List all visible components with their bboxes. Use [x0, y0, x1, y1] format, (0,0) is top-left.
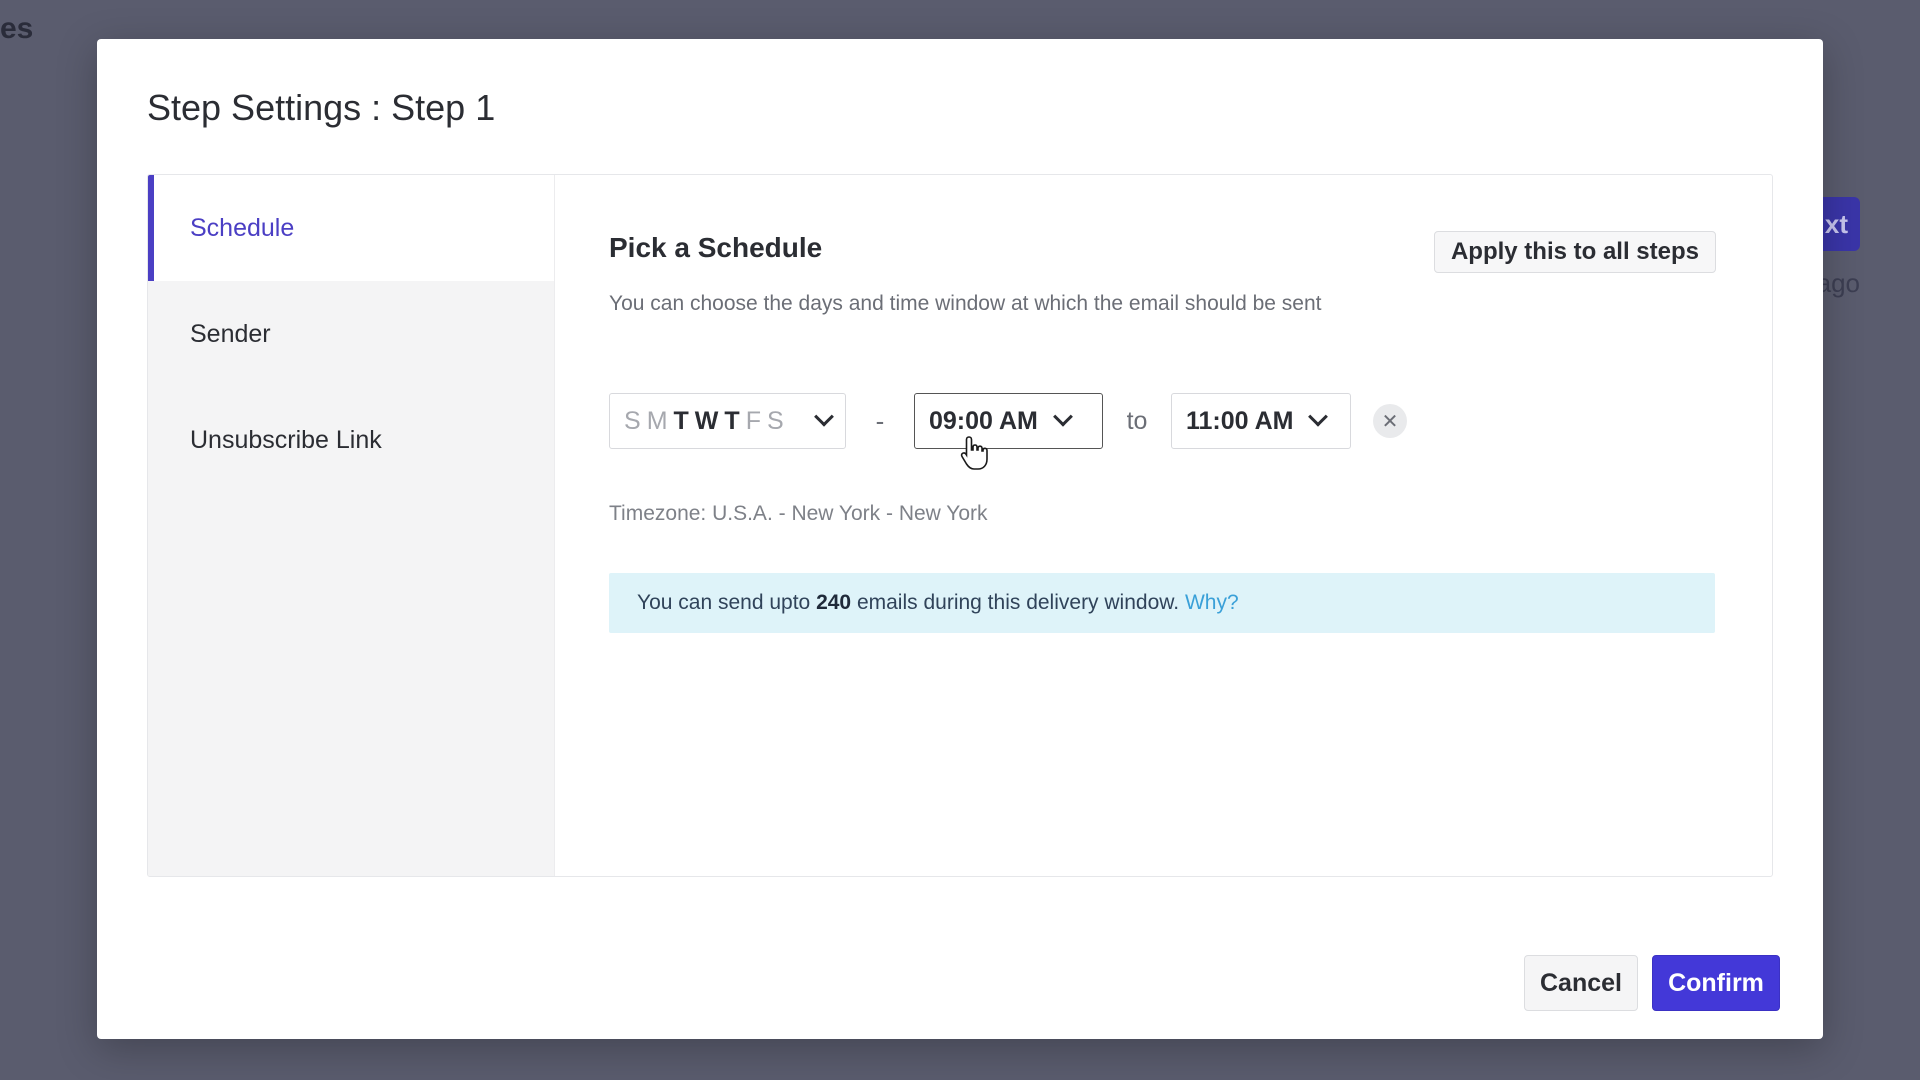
day-tuesday: T [673, 406, 689, 435]
day-sunday: S [624, 406, 641, 435]
day-monday: M [646, 406, 668, 435]
info-suffix: emails during this delivery window. [856, 591, 1180, 614]
section-description: You can choose the days and time window … [609, 292, 1322, 315]
email-count: 240 [816, 591, 852, 614]
chevron-down-icon [814, 406, 834, 427]
background-timestamp: ago [1816, 268, 1860, 298]
timezone-label: Timezone: U.S.A. - New York - New York [609, 502, 988, 525]
modal-title: Step Settings : Step 1 [147, 87, 496, 128]
end-time-value: 11:00 AM [1186, 406, 1294, 435]
sidebar-item-label: Sender [190, 319, 271, 348]
background-next-label: xt [1824, 208, 1848, 239]
settings-panel: Schedule Sender Unsubscribe Link Pick a … [147, 174, 1773, 877]
hand-cursor-icon [960, 436, 988, 470]
confirm-button[interactable]: Confirm [1652, 955, 1780, 1011]
remove-schedule-button[interactable]: ✕ [1373, 404, 1407, 438]
cancel-button[interactable]: Cancel [1524, 955, 1638, 1011]
step-settings-modal: Step Settings : Step 1 Schedule Sender U… [97, 39, 1823, 1039]
chevron-down-icon [1308, 406, 1329, 427]
chevron-down-icon [1052, 406, 1073, 427]
info-prefix: You can send upto [637, 591, 811, 614]
day-thursday: T [724, 406, 740, 435]
end-time-select[interactable]: 11:00 AM [1171, 393, 1351, 449]
day-saturday: S [766, 406, 784, 435]
apply-to-all-steps-button[interactable]: Apply this to all steps [1433, 231, 1716, 273]
why-link[interactable]: Why? [1185, 591, 1239, 615]
days-select[interactable]: S M T W T F S [609, 393, 846, 449]
sidebar-item-unsubscribe-link[interactable]: Unsubscribe Link [148, 387, 554, 493]
start-time-value: 09:00 AM [929, 406, 1038, 435]
sidebar-item-label: Unsubscribe Link [190, 425, 382, 454]
day-wednesday: W [694, 406, 719, 435]
sidebar-item-sender[interactable]: Sender [148, 281, 554, 387]
close-icon: ✕ [1381, 410, 1399, 433]
sidebar-item-label: Schedule [190, 213, 295, 242]
day-friday: F [745, 406, 761, 435]
settings-sidebar: Schedule Sender Unsubscribe Link [148, 175, 555, 876]
schedule-content: Pick a Schedule You can choose the days … [555, 175, 1772, 876]
schedule-row: S M T W T F S - 09:00 AM to 11:00 AM ✕ [609, 393, 1407, 449]
background-page-title: es [0, 12, 34, 45]
days-separator: - [875, 405, 885, 436]
section-title: Pick a Schedule [609, 232, 823, 263]
delivery-info-banner: You can send upto 240 emails during this… [609, 573, 1715, 633]
sidebar-item-schedule[interactable]: Schedule [148, 175, 554, 281]
start-time-select[interactable]: 09:00 AM [914, 393, 1103, 449]
to-label: to [1126, 406, 1148, 435]
